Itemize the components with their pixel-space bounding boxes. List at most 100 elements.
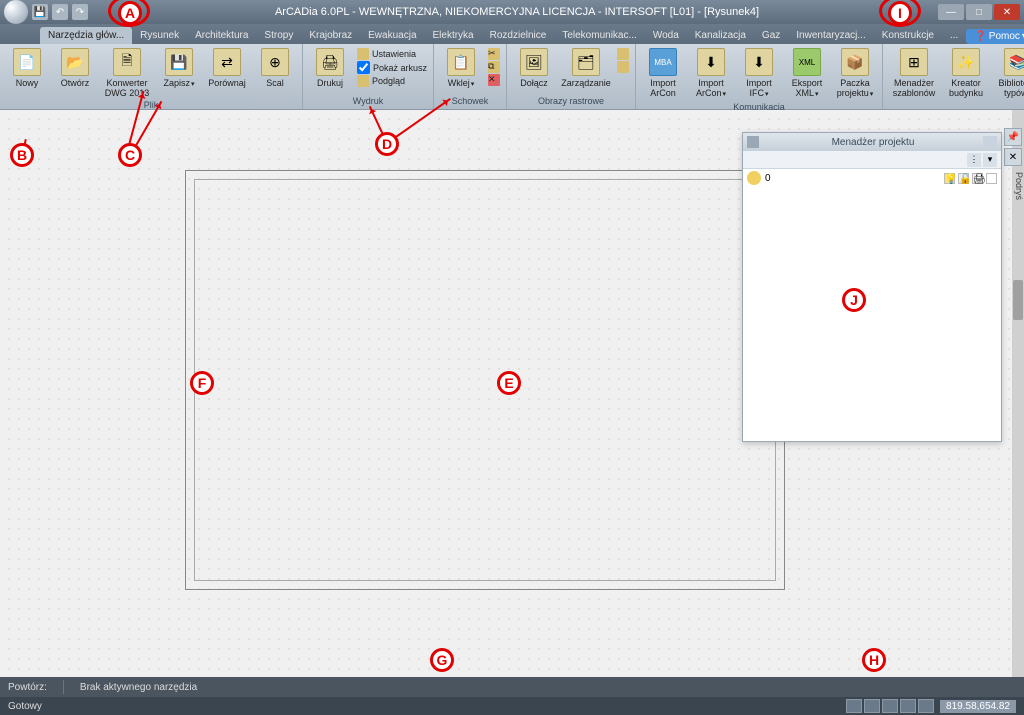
import-ifc-button[interactable]: ⬇Import IFC bbox=[736, 46, 782, 102]
tab-ewakuacja[interactable]: Ewakuacja bbox=[360, 27, 424, 44]
image-icon bbox=[617, 48, 629, 60]
scroll-thumb[interactable] bbox=[1013, 280, 1023, 320]
command-bar: Powtórz: Brak aktywnego narzędzia bbox=[0, 677, 1024, 697]
tab-architektura[interactable]: Architektura bbox=[187, 27, 256, 44]
close-button[interactable]: ✕ bbox=[994, 4, 1020, 20]
pm-dropdown-button[interactable]: ▾ bbox=[983, 153, 997, 167]
delete-button[interactable]: ✕ bbox=[488, 74, 500, 86]
cut-button[interactable]: ✂ bbox=[488, 48, 500, 60]
quick-access-toolbar: 💾 ↶ ↷ bbox=[32, 4, 88, 20]
print-toggle-icon[interactable]: 🖨 bbox=[972, 173, 983, 184]
import-arcon2-button[interactable]: ⬇Import ArCon bbox=[688, 46, 734, 102]
kreator-budynku-button[interactable]: ✨Kreator budynku bbox=[943, 46, 989, 100]
status-coordinates: 819.58,654.82 bbox=[940, 700, 1016, 713]
qat-save-icon[interactable]: 💾 bbox=[32, 4, 48, 20]
cmd-powtorz-label: Powtórz: bbox=[8, 682, 47, 693]
pokaz-arkusz-checkbox[interactable]: Pokaż arkusz bbox=[357, 61, 427, 74]
nowy-button[interactable]: 📄Nowy bbox=[4, 46, 50, 90]
merge-icon: ⊕ bbox=[261, 48, 289, 76]
callout-G: G bbox=[430, 648, 454, 672]
dwg-icon: 🗎 bbox=[113, 48, 141, 76]
paczka-projektu-button[interactable]: 📦Paczka projektu bbox=[832, 46, 878, 102]
help-label: Pomoc bbox=[989, 31, 1020, 42]
drukuj-button[interactable]: 🖨Drukuj bbox=[307, 46, 353, 90]
tab-elektryka[interactable]: Elektryka bbox=[425, 27, 482, 44]
gutter-close-button[interactable]: ✕ bbox=[1004, 148, 1022, 166]
title-bar: 💾 ↶ ↷ ArCADia 6.0PL - WEWNĘTRZNA, NIEKOM… bbox=[0, 0, 1024, 24]
ribbon: 📄Nowy 📂Otwórz 🗎Konwerter DWG 2013 💾Zapis… bbox=[0, 44, 1024, 110]
settings-icon bbox=[357, 48, 369, 60]
import-arcon-button[interactable]: MBAImport ArCon bbox=[640, 46, 686, 100]
maximize-button[interactable]: □ bbox=[966, 4, 992, 20]
status-toggle-5[interactable] bbox=[918, 699, 934, 713]
tab-konstrukcje[interactable]: Konstrukcje bbox=[874, 27, 942, 44]
wklej-button[interactable]: 📋Wklej bbox=[438, 46, 484, 92]
tab-kanalizacja[interactable]: Kanalizacja bbox=[687, 27, 754, 44]
save-icon: 💾 bbox=[165, 48, 193, 76]
tab-krajobraz[interactable]: Krajobraz bbox=[301, 27, 360, 44]
tab-overflow[interactable]: ... bbox=[942, 27, 966, 44]
scal-button[interactable]: ⊕Scal bbox=[252, 46, 298, 90]
status-toggle-4[interactable] bbox=[900, 699, 916, 713]
pm-layer-row[interactable]: 0 💡 🔓 🖨 bbox=[743, 169, 1001, 187]
tab-stropy[interactable]: Stropy bbox=[256, 27, 301, 44]
tab-woda[interactable]: Woda bbox=[645, 27, 687, 44]
print-sheet-outline bbox=[185, 170, 785, 590]
porownaj-button[interactable]: ⇄Porównaj bbox=[204, 46, 250, 90]
podglad-button[interactable]: Podgląd bbox=[357, 75, 427, 87]
ribbon-group-komunikacja: MBAImport ArCon ⬇Import ArCon ⬇Import IF… bbox=[636, 44, 883, 109]
image-icon-2 bbox=[617, 61, 629, 73]
app-orb-button[interactable] bbox=[4, 0, 28, 24]
callout-B: B bbox=[10, 143, 34, 167]
otworz-button[interactable]: 📂Otwórz bbox=[52, 46, 98, 90]
mba-icon: MBA bbox=[649, 48, 677, 76]
pm-titlebar[interactable]: Menadżer projektu bbox=[743, 133, 1001, 151]
zarzadzanie-button[interactable]: 🗂Zarządzanie bbox=[559, 46, 613, 90]
pm-toolbar: ⋮ ▾ bbox=[743, 151, 1001, 169]
biblioteka-typow-button[interactable]: 📚Biblioteka typów bbox=[991, 46, 1024, 102]
pokaz-arkusz-input[interactable] bbox=[357, 61, 370, 74]
menadzer-szablonow-button[interactable]: ⊞Menadżer szablonów bbox=[887, 46, 941, 100]
ifc-icon: ⬇ bbox=[745, 48, 773, 76]
gutter-label[interactable]: Podryś bbox=[1006, 172, 1024, 200]
status-toggle-2[interactable] bbox=[864, 699, 880, 713]
lock-icon[interactable]: 🔓 bbox=[958, 173, 969, 184]
gutter-pin-button[interactable]: 📌 bbox=[1004, 128, 1022, 146]
tab-narzedzia-glowne[interactable]: Narzędzia głów... bbox=[40, 27, 132, 44]
zapisz-button[interactable]: 💾Zapisz bbox=[156, 46, 202, 92]
help-button[interactable]: ❓ Pomoc ▾ bbox=[966, 29, 1024, 44]
tab-telekomunikacja[interactable]: Telekomunikac... bbox=[554, 27, 644, 44]
qat-redo-icon[interactable]: ↷ bbox=[72, 4, 88, 20]
pm-title: Menadżer projektu bbox=[763, 137, 983, 148]
delete-icon: ✕ bbox=[488, 74, 500, 86]
folder-open-icon: 📂 bbox=[61, 48, 89, 76]
pm-collapse-button[interactable] bbox=[983, 136, 997, 148]
file-new-icon: 📄 bbox=[13, 48, 41, 76]
ustawienia-button[interactable]: Ustawienia bbox=[357, 48, 427, 60]
qat-undo-icon[interactable]: ↶ bbox=[52, 4, 68, 20]
pm-tree[interactable]: 0 💡 🔓 🖨 bbox=[743, 169, 1001, 441]
status-toggle-1[interactable] bbox=[846, 699, 862, 713]
tab-inwentaryzacja[interactable]: Inwentaryzacj... bbox=[788, 27, 873, 44]
image-tool-1[interactable] bbox=[617, 48, 629, 60]
eksport-xml-button[interactable]: XMLEksport XML bbox=[784, 46, 830, 102]
tab-gaz[interactable]: Gaz bbox=[754, 27, 788, 44]
pm-filter-button[interactable]: ⋮ bbox=[967, 153, 981, 167]
visibility-icon[interactable]: 💡 bbox=[944, 173, 955, 184]
compare-icon: ⇄ bbox=[213, 48, 241, 76]
dolacz-button[interactable]: 🖼Dołącz bbox=[511, 46, 557, 90]
preview-icon bbox=[357, 75, 369, 87]
ribbon-group-obrazy-title: Obrazy rastrowe bbox=[511, 96, 631, 107]
tab-rysunek[interactable]: Rysunek bbox=[132, 27, 187, 44]
callout-F: F bbox=[190, 371, 214, 395]
minimize-button[interactable]: — bbox=[938, 4, 964, 20]
tab-rozdzielnice[interactable]: Rozdzielnice bbox=[482, 27, 555, 44]
copy-button[interactable]: ⧉ bbox=[488, 61, 500, 73]
pm-layer-toggles: 💡 🔓 🖨 bbox=[944, 173, 997, 184]
color-swatch[interactable] bbox=[986, 173, 997, 184]
status-toggle-3[interactable] bbox=[882, 699, 898, 713]
print-sheet-inner bbox=[194, 179, 776, 581]
ribbon-tab-row: Narzędzia głów... Rysunek Architektura S… bbox=[0, 24, 1024, 44]
image-tool-2[interactable] bbox=[617, 61, 629, 73]
layer-icon bbox=[747, 171, 761, 185]
